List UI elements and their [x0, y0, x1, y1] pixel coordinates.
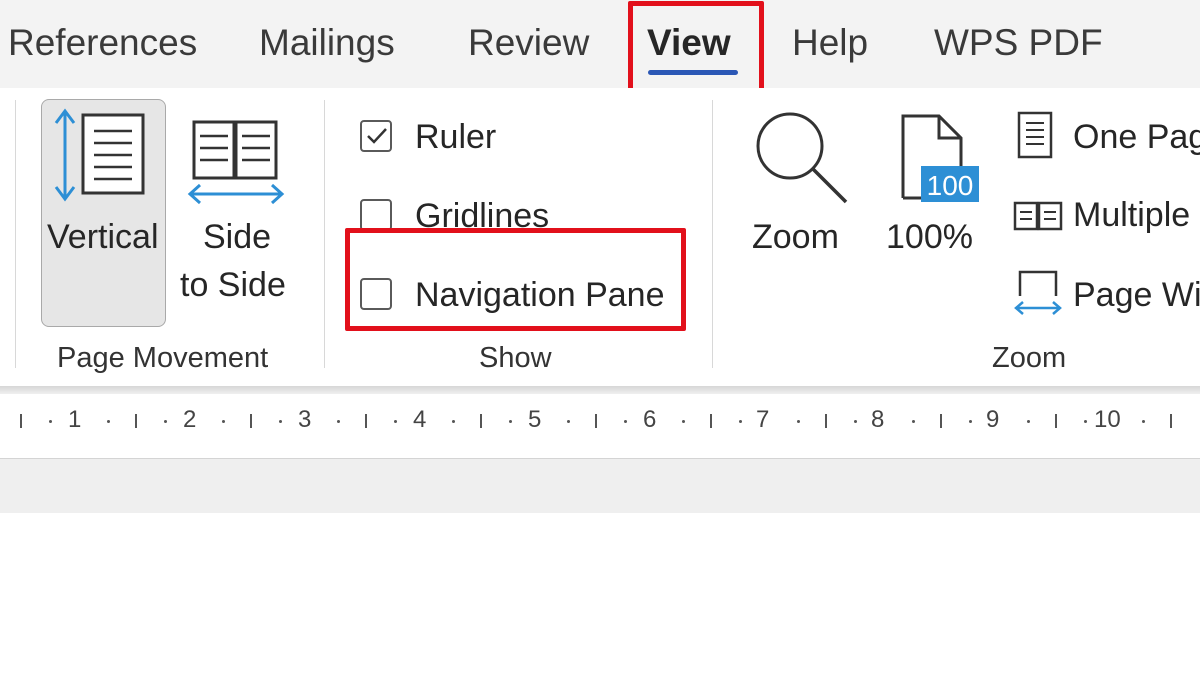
ruler-number: 4 — [413, 406, 427, 433]
gridlines-checkbox[interactable] — [360, 199, 392, 231]
ruler-tick — [940, 414, 942, 428]
ruler-number: 3 — [298, 406, 312, 433]
ruler-dot — [1027, 420, 1030, 423]
ruler-dot — [49, 420, 52, 423]
ruler-tick — [710, 414, 712, 428]
ruler-dot — [222, 420, 225, 423]
show-group-label: Show — [479, 342, 552, 374]
ruler-number: 10 — [1094, 406, 1121, 433]
ruler-dot — [509, 420, 512, 423]
page-movement-group-label: Page Movement — [57, 342, 269, 374]
ruler-gap — [0, 444, 1200, 458]
side-to-side-label-line2[interactable]: to Side — [180, 266, 286, 305]
ruler-tick — [1055, 414, 1057, 428]
ruler-label[interactable]: Ruler — [415, 118, 496, 157]
ruler-dot — [854, 420, 857, 423]
ruler-number: 1 — [68, 406, 82, 433]
vertical-page-icon — [54, 108, 145, 202]
ruler-dot — [682, 420, 685, 423]
tab-help[interactable]: Help — [792, 22, 868, 64]
ruler-tick — [595, 414, 597, 428]
ruler-dot — [567, 420, 570, 423]
tab-review[interactable]: Review — [468, 22, 589, 64]
ruler-dot — [279, 420, 282, 423]
ruler-dot — [337, 420, 340, 423]
tab-wps-pdf[interactable]: WPS PDF — [934, 22, 1103, 64]
magnifier-icon[interactable] — [752, 108, 852, 208]
ruler-tick — [135, 414, 137, 428]
multiple-pages-icon[interactable] — [1012, 200, 1064, 234]
tab-references[interactable]: References — [8, 22, 197, 64]
ruler-dot — [1142, 420, 1145, 423]
group-separator — [712, 100, 713, 368]
ruler-tick — [20, 414, 22, 428]
group-separator — [324, 100, 325, 368]
zoom-label[interactable]: Zoom — [752, 218, 839, 257]
ruler-tick — [1170, 414, 1172, 428]
ruler-number: 9 — [986, 406, 1000, 433]
ruler-dot — [739, 420, 742, 423]
multiple-pages-label[interactable]: Multiple — [1073, 196, 1190, 235]
ruler-tick — [250, 414, 252, 428]
ribbon-tab-bar: References Mailings Review View Help WPS… — [0, 0, 1200, 88]
ruler-tick — [825, 414, 827, 428]
zoom-100-badge: 100 — [926, 170, 974, 201]
tab-mailings[interactable]: Mailings — [259, 22, 395, 64]
ruler-dot — [797, 420, 800, 423]
group-separator — [15, 100, 16, 368]
ribbon-bottom-shadow — [0, 386, 1200, 394]
ruler-number: 8 — [871, 406, 885, 433]
ruler-dot — [624, 420, 627, 423]
document-page[interactable] — [0, 513, 1200, 675]
ruler-number: 5 — [528, 406, 542, 433]
ruler-tick — [365, 414, 367, 428]
one-page-icon[interactable] — [1015, 110, 1057, 162]
side-to-side-icon[interactable] — [186, 118, 286, 210]
ruler-tick — [480, 414, 482, 428]
ruler-dot — [969, 420, 972, 423]
ruler-checkbox[interactable] — [360, 120, 392, 152]
ruler-dot — [1084, 420, 1087, 423]
ruler-dot — [164, 420, 167, 423]
page-width-label[interactable]: Page Wi — [1073, 276, 1200, 315]
page-width-icon[interactable] — [1012, 268, 1064, 318]
ruler-number: 6 — [643, 406, 657, 433]
side-to-side-label-line1[interactable]: Side — [203, 218, 271, 257]
ruler-dot — [912, 420, 915, 423]
one-page-label[interactable]: One Pag — [1073, 118, 1200, 157]
ruler-dot — [452, 420, 455, 423]
zoom-group-label: Zoom — [992, 342, 1067, 374]
navigation-pane-highlight — [345, 228, 686, 331]
document-margin-band — [0, 458, 1200, 514]
vertical-label: Vertical — [47, 218, 159, 256]
ruler-dot — [394, 420, 397, 423]
view-tab-highlight — [628, 1, 764, 93]
zoom-100-label[interactable]: 100% — [886, 218, 973, 257]
ruler-dot — [107, 420, 110, 423]
checkmark-icon — [367, 128, 387, 144]
ruler-marks: 1 2 3 4 5 6 7 8 9 10 — [0, 406, 1200, 436]
ruler-number: 7 — [756, 406, 770, 433]
ruler-number: 2 — [183, 406, 197, 433]
